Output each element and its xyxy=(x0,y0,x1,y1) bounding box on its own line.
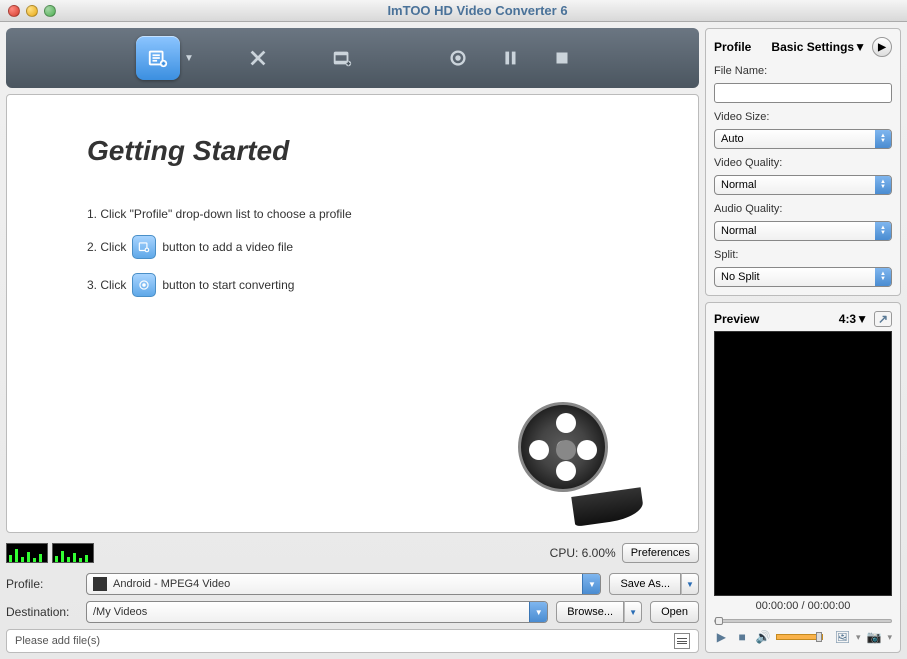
stop-preview-button[interactable]: ■ xyxy=(735,630,750,644)
window-close-button[interactable] xyxy=(8,5,20,17)
video-size-label: Video Size: xyxy=(714,111,892,123)
stop-button[interactable] xyxy=(540,36,584,80)
preferences-button[interactable]: Preferences xyxy=(622,543,699,563)
gs-step-2: 2. Click button to add a video file xyxy=(87,235,618,259)
profile-label: Profile: xyxy=(6,577,78,591)
video-size-value: Auto xyxy=(721,133,744,145)
split-value: No Split xyxy=(721,271,760,283)
clip-button[interactable] xyxy=(320,36,364,80)
getting-started-title: Getting Started xyxy=(87,135,618,167)
audio-quality-label: Audio Quality: xyxy=(714,203,892,215)
volume-slider[interactable] xyxy=(776,634,822,640)
volume-icon[interactable]: 🔊 xyxy=(756,630,771,644)
browse-dropdown[interactable]: ▼ xyxy=(624,601,642,623)
list-view-icon[interactable] xyxy=(674,633,690,649)
profile-combo-value: Android - MPEG4 Video xyxy=(113,578,230,590)
add-file-icon xyxy=(147,47,169,69)
chevron-down-icon: ▼ xyxy=(529,602,547,622)
snapshot-button[interactable]: 📷 xyxy=(867,630,882,644)
titlebar: ImTOO HD Video Converter 6 xyxy=(0,0,907,22)
android-icon xyxy=(93,577,107,591)
profile-panel-title: Profile xyxy=(714,40,751,54)
save-as-dropdown[interactable]: ▼ xyxy=(681,573,699,595)
film-reel-decoration xyxy=(518,402,628,512)
updown-icon: ▲▼ xyxy=(875,268,891,286)
split-label: Split: xyxy=(714,249,892,261)
gs-step-3: 3. Click button to start converting xyxy=(87,273,618,297)
split-select[interactable]: No Split ▲▼ xyxy=(714,267,892,287)
window-title: ImTOO HD Video Converter 6 xyxy=(56,3,899,18)
main-toolbar: ▼ xyxy=(6,28,699,88)
gs-step-1: 1. Click "Profile" drop-down list to cho… xyxy=(87,207,618,221)
convert-inline-icon xyxy=(132,273,156,297)
record-button[interactable] xyxy=(436,36,480,80)
status-text: Please add file(s) xyxy=(15,635,100,647)
video-quality-label: Video Quality: xyxy=(714,157,892,169)
destination-combo[interactable]: /My Videos ▼ xyxy=(86,601,548,623)
preview-panel: Preview 4:3▼ ↗ 00:00:00 / 00:00:00 ▶ ■ 🔊… xyxy=(705,302,901,653)
profile-combo[interactable]: Android - MPEG4 Video ▼ xyxy=(86,573,601,595)
aspect-ratio-toggle[interactable]: 4:3▼ xyxy=(839,312,868,326)
gs-step-3-suffix: button to start converting xyxy=(162,278,294,292)
stop-icon xyxy=(551,47,573,69)
window-minimize-button[interactable] xyxy=(26,5,38,17)
add-file-inline-icon xyxy=(132,235,156,259)
open-button[interactable]: Open xyxy=(650,601,699,623)
updown-icon: ▲▼ xyxy=(875,176,891,194)
getting-started-panel: Getting Started 1. Click "Profile" drop-… xyxy=(6,94,699,533)
destination-combo-value: /My Videos xyxy=(93,606,147,618)
video-quality-select[interactable]: Normal ▲▼ xyxy=(714,175,892,195)
clip-icon xyxy=(331,47,353,69)
video-size-select[interactable]: Auto ▲▼ xyxy=(714,129,892,149)
basic-settings-toggle[interactable]: Basic Settings▼ xyxy=(771,40,866,54)
window-zoom-button[interactable] xyxy=(44,5,56,17)
snapshot-folder-button[interactable]: 🖼 xyxy=(835,630,850,644)
updown-icon: ▲▼ xyxy=(875,222,891,240)
preview-seek-bar[interactable] xyxy=(714,616,892,626)
updown-icon: ▲▼ xyxy=(875,130,891,148)
chevron-down-icon: ▼ xyxy=(582,574,600,594)
gs-step-2-suffix: button to add a video file xyxy=(162,240,293,254)
play-button[interactable]: ▶ xyxy=(714,630,729,644)
preview-title: Preview xyxy=(714,312,759,326)
expand-right-button[interactable]: ▶ xyxy=(872,37,892,57)
save-as-button[interactable]: Save As... xyxy=(609,573,681,595)
cpu-usage-label: CPU: 6.00% xyxy=(550,546,616,560)
preview-time: 00:00:00 / 00:00:00 xyxy=(714,600,892,612)
profile-settings-panel: Profile Basic Settings▼ ▶ File Name: Vid… xyxy=(705,28,901,296)
remove-icon xyxy=(247,47,269,69)
pause-icon xyxy=(499,47,521,69)
destination-label: Destination: xyxy=(6,605,78,619)
file-name-label: File Name: xyxy=(714,65,892,77)
add-file-button[interactable] xyxy=(136,36,180,80)
gs-step-2-prefix: 2. Click xyxy=(87,240,126,254)
record-icon xyxy=(447,47,469,69)
preview-screen xyxy=(714,331,892,596)
status-bar: Please add file(s) xyxy=(6,629,699,653)
audio-quality-value: Normal xyxy=(721,225,756,237)
remove-button[interactable] xyxy=(236,36,280,80)
pause-button[interactable] xyxy=(488,36,532,80)
audio-quality-select[interactable]: Normal ▲▼ xyxy=(714,221,892,241)
add-file-dropdown[interactable]: ▼ xyxy=(184,53,196,64)
video-quality-value: Normal xyxy=(721,179,756,191)
popout-icon[interactable]: ↗ xyxy=(874,311,892,327)
browse-button[interactable]: Browse... xyxy=(556,601,624,623)
gs-step-3-prefix: 3. Click xyxy=(87,278,126,292)
cpu-meter xyxy=(6,543,94,563)
gs-step-1-text: 1. Click "Profile" drop-down list to cho… xyxy=(87,207,352,221)
file-name-input[interactable] xyxy=(714,83,892,103)
